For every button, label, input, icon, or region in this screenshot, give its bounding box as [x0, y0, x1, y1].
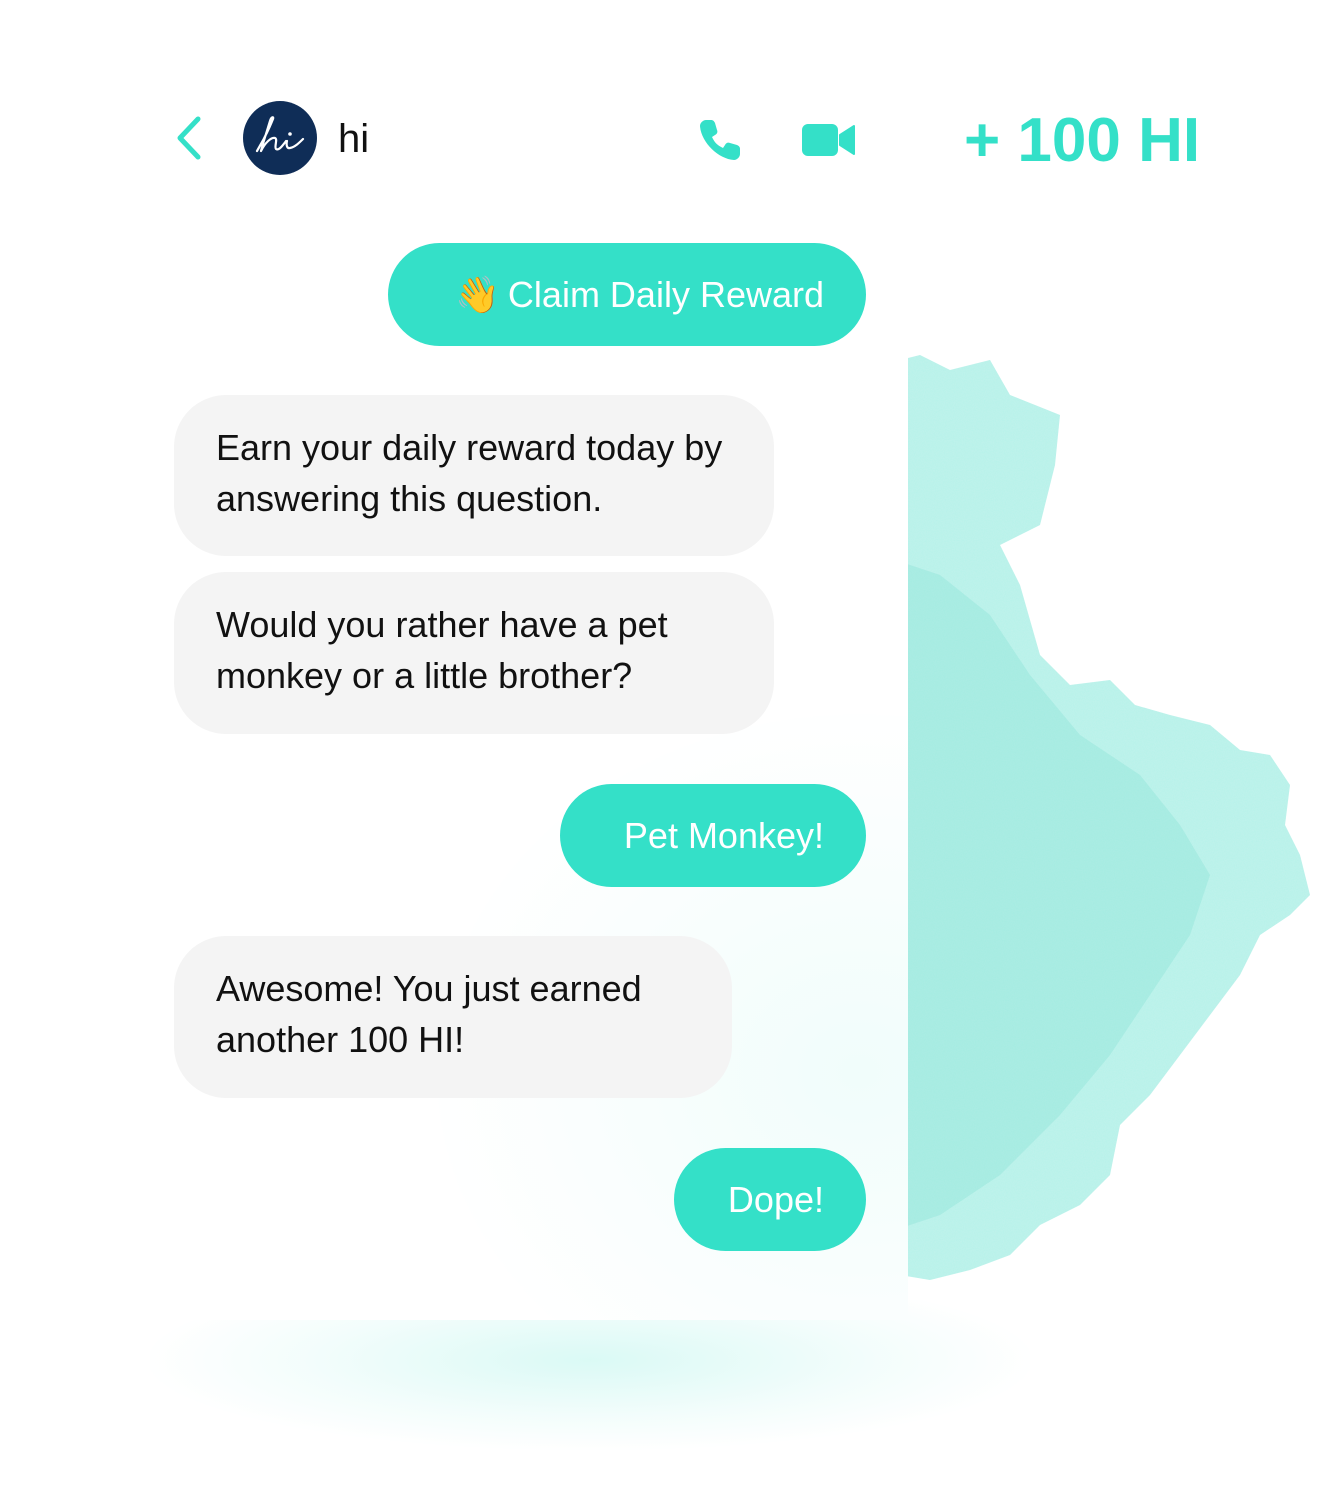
message-text: Claim Daily Reward — [507, 274, 824, 315]
outgoing-message-dope[interactable]: Dope! — [674, 1148, 866, 1251]
message-text: Would you rather have a pet monkey or a … — [216, 604, 668, 696]
phone-icon[interactable] — [696, 116, 744, 164]
incoming-message: Awesome! You just earned another 100 HI! — [174, 936, 732, 1098]
phone-shadow — [150, 1300, 1030, 1450]
avatar[interactable] — [243, 101, 317, 175]
contact-name: hi — [338, 117, 370, 161]
outgoing-message-pet-monkey[interactable]: Pet Monkey! — [560, 784, 866, 887]
watercolor-splash — [880, 355, 1310, 1280]
incoming-message: Would you rather have a pet monkey or a … — [174, 572, 774, 734]
chevron-left-icon[interactable] — [170, 113, 210, 163]
incoming-message: Earn your daily reward today by answerin… — [174, 395, 774, 556]
message-text: Awesome! You just earned another 100 HI! — [216, 968, 642, 1060]
message-text: Dope! — [727, 1179, 824, 1220]
hi-script-logo-icon — [255, 116, 305, 153]
message-text: Earn your daily reward today by answerin… — [216, 427, 723, 519]
reward-badge: + 100 HI — [964, 106, 1201, 175]
waving-hand-icon: 👋 — [455, 274, 500, 315]
canvas: hi + 100 HI 👋 Claim Daily Reward Earn you… — [0, 0, 1320, 1500]
outgoing-message-claim[interactable]: 👋 Claim Daily Reward — [388, 243, 866, 346]
message-text: Pet Monkey! — [623, 815, 824, 856]
video-camera-icon[interactable] — [800, 120, 856, 160]
